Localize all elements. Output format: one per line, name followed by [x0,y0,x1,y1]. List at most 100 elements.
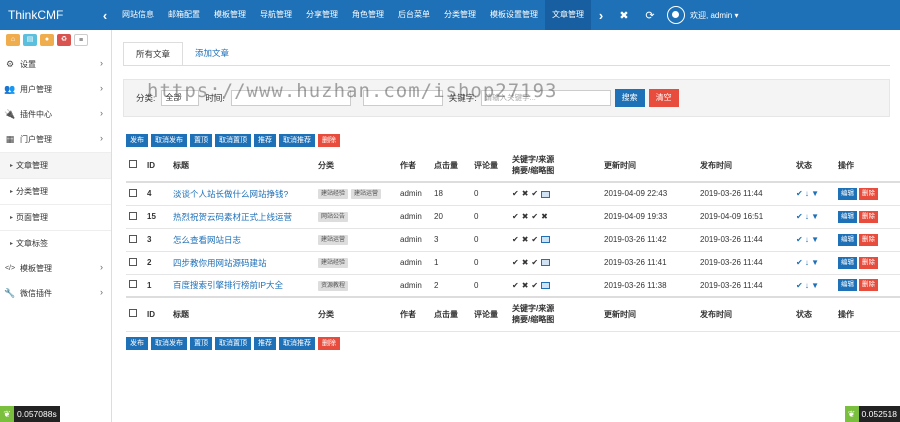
debug-timer-right[interactable]: ❦ 0.052518 [844,406,900,422]
sidebar-item-wechat[interactable]: 🔧 微信插件 › [0,281,111,306]
col-id[interactable]: ID [144,296,170,332]
sidebar-item-label: 设置 [20,60,36,69]
debug-timer-left[interactable]: ❦ 0.057088s [0,406,60,422]
status-icons: ✔ ↓ ▼ [796,212,820,221]
sidebar-sub-pages[interactable]: ▸ 页面管理 [0,204,111,230]
main-content: 所有文章 添加文章 分类: 全部 时间: 关键字: 请输入关键字... 搜索 清… [113,30,900,422]
col-status: 状态 [793,149,835,183]
delete-button[interactable]: 删除 [318,134,340,147]
col-operations: 操作 [835,296,900,332]
row-id: 3 [144,228,170,252]
top-tab-category[interactable]: 分类管理 [437,0,483,30]
col-keywords-line1: 关键字/来源 [512,304,555,314]
top-tab-template-settings[interactable]: 模板设置管理 [483,0,545,30]
top-tab-share[interactable]: 分享管理 [299,0,345,30]
row-checkbox[interactable] [129,234,137,243]
unpublish-button[interactable]: 取消发布 [151,337,187,350]
publish-button[interactable]: 发布 [126,134,148,147]
sidebar-item-plugins[interactable]: 🔌 插件中心 › [0,102,111,127]
row-delete-button[interactable]: 删除 [859,233,878,246]
top-tab-roles[interactable]: 角色管理 [345,0,391,30]
user-menu[interactable]: 欢迎, admin ▾ [667,6,738,24]
publish-button[interactable]: 发布 [126,337,148,350]
sidebar-sub-tags[interactable]: ▸ 文章标签 [0,230,111,256]
col-id[interactable]: ID [144,149,170,183]
col-comments[interactable]: 评论量 [471,149,509,183]
nav-next-arrow-icon[interactable]: › [591,8,611,23]
row-published: 2019-03-26 11:44 [697,182,793,206]
col-hits[interactable]: 点击量 [431,296,471,332]
top-tab-site-info[interactable]: 网站信息 [115,0,161,30]
row-title-link[interactable]: 热烈祝贺云码素材正式上线运营 [173,212,292,222]
row-title-link[interactable]: 淡谈个人站长做什么网站挣钱? [173,189,288,199]
list-shortcut-icon[interactable]: ≡ [74,34,88,46]
clear-button[interactable]: 清空 [648,89,679,107]
user-shortcut-icon[interactable]: ● [40,34,54,46]
row-title-link[interactable]: 百度搜索引擎排行榜前IP大全 [173,280,283,290]
tab-add-article[interactable]: 添加文章 [183,42,241,66]
top-tab-menu[interactable]: 后台菜单 [391,0,437,30]
col-operations: 操作 [835,149,900,183]
edit-button[interactable]: 编辑 [838,279,857,292]
top-tab-articles[interactable]: 文章管理 [545,0,591,30]
image-icon[interactable] [541,190,551,198]
trash-shortcut-icon[interactable]: ♻ [57,34,71,46]
cross-icon: ✖ [521,212,529,221]
image-icon[interactable] [541,236,551,244]
edit-button[interactable]: 编辑 [838,233,857,246]
close-tab-icon[interactable]: ✖ [611,9,637,22]
row-delete-button[interactable]: 删除 [859,210,878,223]
edit-button[interactable]: 编辑 [838,256,857,269]
unpin-button[interactable]: 取消置顶 [215,337,251,350]
delete-button[interactable]: 删除 [318,337,340,350]
row-delete-button[interactable]: 删除 [859,256,878,269]
brand-logo[interactable]: ThinkCMF [0,8,95,22]
col-hits[interactable]: 点击量 [431,149,471,183]
sidebar-sub-categories[interactable]: ▸ 分类管理 [0,178,111,204]
row-delete-button[interactable]: 删除 [859,187,878,200]
recommend-button[interactable]: 推荐 [254,337,276,350]
select-all-checkbox[interactable] [129,309,137,318]
row-title-link[interactable]: 四步教你用网站源码建站 [173,258,267,268]
row-comments: 0 [471,228,509,252]
row-author: admin [397,182,431,206]
sidebar-item-users[interactable]: 👥 用户管理 › [0,77,111,102]
pin-button[interactable]: 置顶 [190,134,212,147]
row-delete-button[interactable]: 删除 [859,279,878,292]
unrecommend-button[interactable]: 取消推荐 [279,337,315,350]
top-tab-nav[interactable]: 导航管理 [253,0,299,30]
row-checkbox[interactable] [129,280,137,289]
home-shortcut-icon[interactable]: ⌂ [6,34,20,46]
sidebar-sub-articles[interactable]: ▸ 文章管理 [0,152,111,178]
edit-button[interactable]: 编辑 [838,187,857,200]
tab-all-articles[interactable]: 所有文章 [123,42,184,66]
sidebar-item-templates[interactable]: </> 模板管理 › [0,256,111,281]
row-checkbox[interactable] [129,188,137,197]
row-checkbox[interactable] [129,257,137,266]
search-button[interactable]: 搜索 [614,89,645,107]
status-icons: ✔ ↓ ▼ [796,235,820,244]
doc-shortcut-icon[interactable]: ▤ [23,34,37,46]
refresh-icon[interactable]: ⟳ [637,9,663,22]
unpublish-button[interactable]: 取消发布 [151,134,187,147]
sidebar-item-settings[interactable]: ⚙ 设置 › [0,52,111,77]
select-all-checkbox[interactable] [129,160,137,168]
image-icon[interactable] [541,259,551,267]
unpin-button[interactable]: 取消置顶 [215,134,251,147]
cross-icon: ✖ [541,212,548,221]
top-tab-mail[interactable]: 邮箱配置 [161,0,207,30]
gear-icon: ⚙ [5,59,15,69]
row-title-link[interactable]: 怎么查看网站日志 [173,235,241,245]
sidebar-item-portal[interactable]: ▦ 门户管理 › [0,127,111,152]
unrecommend-button[interactable]: 取消推荐 [279,134,315,147]
nav-prev-arrow-icon[interactable]: ‹ [95,8,115,23]
row-author: admin [397,228,431,252]
cross-icon: ✖ [521,280,529,290]
recommend-button[interactable]: 推荐 [254,134,276,147]
edit-button[interactable]: 编辑 [838,210,857,223]
pin-button[interactable]: 置顶 [190,337,212,350]
row-checkbox[interactable] [129,211,137,220]
top-tab-template[interactable]: 模板管理 [207,0,253,30]
col-comments[interactable]: 评论量 [471,296,509,332]
image-icon[interactable] [541,282,551,290]
